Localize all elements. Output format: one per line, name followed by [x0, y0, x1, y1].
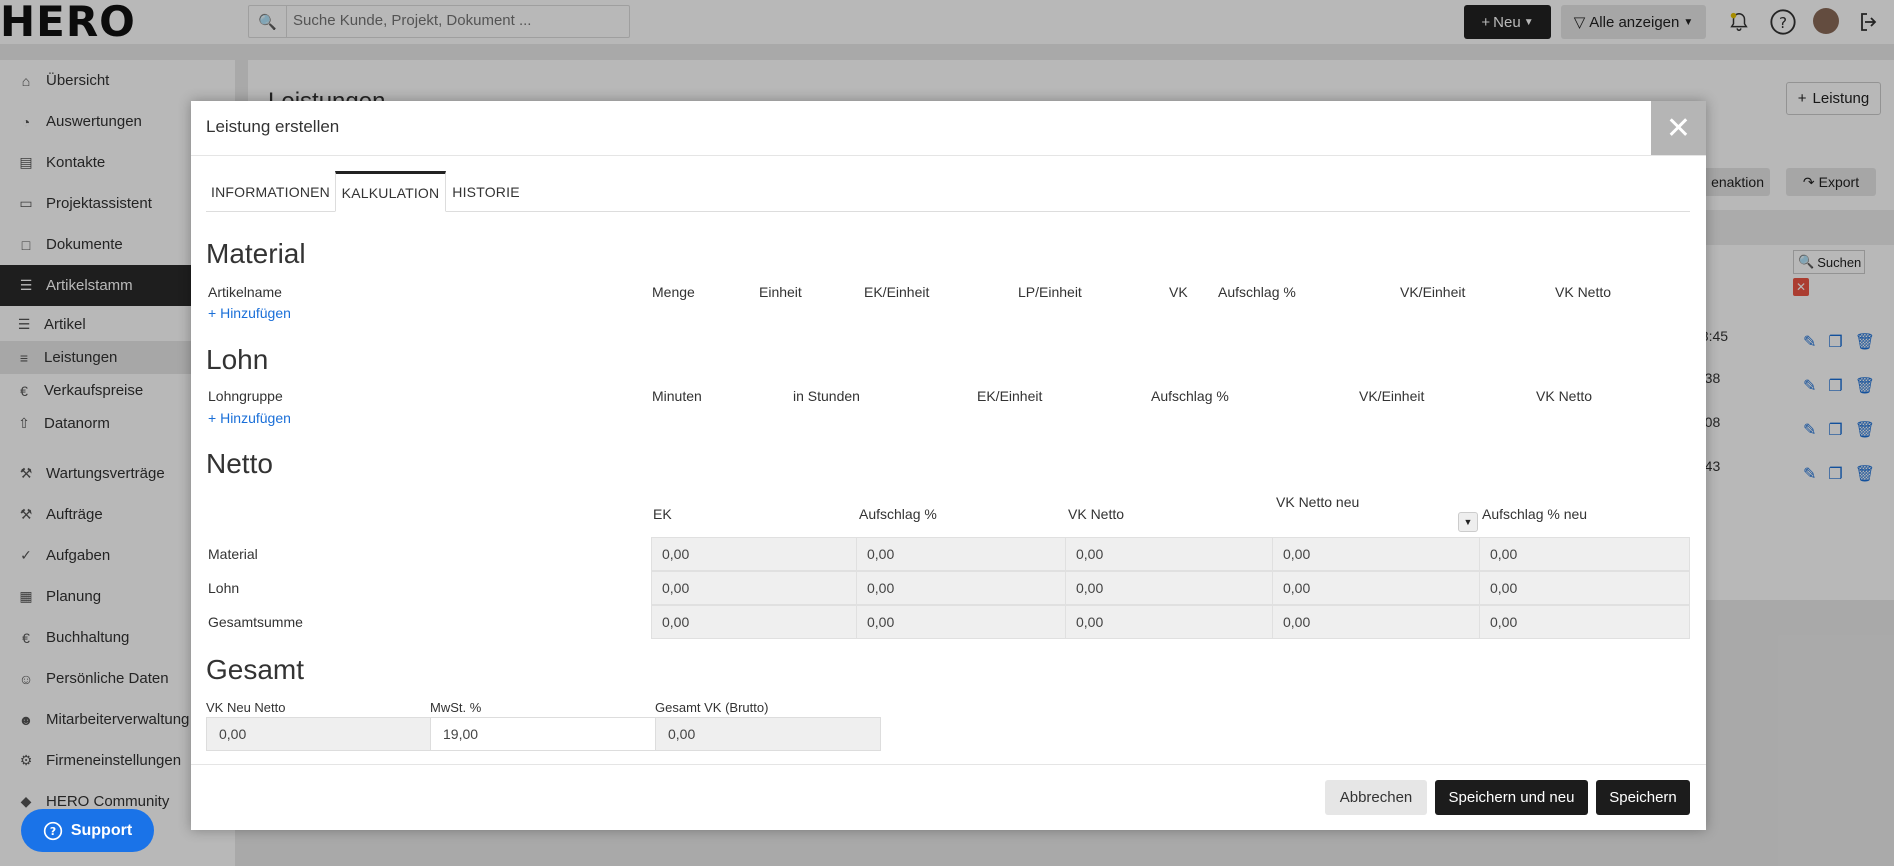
- netto-cell: 0,00: [1272, 537, 1481, 571]
- netto-cell: 0,00: [1479, 537, 1690, 571]
- netto-cell: 0,00: [1065, 605, 1274, 639]
- netto-cell: 0,00: [856, 537, 1067, 571]
- add-lohn-link[interactable]: + Hinzufügen: [208, 410, 291, 426]
- netto-cell: 0,00: [651, 605, 858, 639]
- column-header: VK/Einheit: [1359, 388, 1425, 404]
- column-header: EK: [653, 506, 672, 522]
- plus-icon: +: [208, 305, 221, 321]
- row-label: Gesamtsumme: [208, 614, 303, 630]
- divider: [191, 155, 1706, 156]
- brutto-field: 0,00: [655, 717, 881, 751]
- divider: [191, 764, 1706, 765]
- save-button[interactable]: Speichern: [1596, 780, 1690, 815]
- gesamt-heading: Gesamt: [206, 654, 305, 685]
- column-header: VK Netto: [1555, 284, 1612, 300]
- vk-neu-netto-field[interactable]: 0,00: [206, 717, 431, 751]
- column-header: Aufschlag %: [859, 506, 937, 522]
- close-icon[interactable]: ✕: [1651, 101, 1706, 155]
- support-label: Support: [70, 821, 133, 839]
- netto-cell: 0,00: [651, 537, 858, 571]
- netto-cell: 0,00: [1065, 537, 1274, 571]
- netto-cell: 0,00: [856, 605, 1067, 639]
- row-label: Material: [208, 546, 258, 562]
- column-header: VK Netto neu: [1276, 494, 1360, 510]
- netto-cell: 0,00: [651, 571, 858, 605]
- column-header: LP/Einheit: [1018, 284, 1082, 300]
- add-material-link[interactable]: + Hinzufügen: [208, 305, 291, 321]
- netto-cell: 0,00: [1272, 571, 1481, 605]
- vk-neu-netto-label: VK Neu Netto: [206, 700, 286, 715]
- netto-cell: 0,00: [1479, 571, 1690, 605]
- chevron-down-icon[interactable]: ▼: [1458, 512, 1478, 532]
- column-header: VK: [1169, 284, 1188, 300]
- column-header: Einheit: [759, 284, 802, 300]
- row-label: Lohn: [208, 580, 240, 596]
- tab-informationen[interactable]: INFORMATIONEN: [206, 171, 335, 212]
- column-header: VK Netto: [1536, 388, 1593, 404]
- netto-cell: 0,00: [1272, 605, 1481, 639]
- column-header: Aufschlag %: [1151, 388, 1229, 404]
- plus-icon: +: [208, 410, 221, 426]
- create-leistung-modal: Leistung erstellen ✕ INFORMATIONEN KALKU…: [191, 101, 1706, 830]
- column-header: EK/Einheit: [977, 388, 1043, 404]
- netto-cell: 0,00: [1065, 571, 1274, 605]
- modal-title: Leistung erstellen: [206, 117, 340, 136]
- material-heading: Material: [206, 238, 306, 269]
- column-header: Artikelname: [208, 284, 282, 300]
- svg-text:?: ?: [50, 825, 56, 838]
- tab-historie[interactable]: HISTORIE: [446, 171, 526, 212]
- column-header: in Stunden: [793, 388, 860, 404]
- help-icon: ?: [43, 821, 62, 840]
- brutto-label: Gesamt VK (Brutto): [655, 700, 769, 715]
- lohn-heading: Lohn: [206, 344, 269, 375]
- save-and-new-button[interactable]: Speichern und neu: [1435, 780, 1588, 815]
- modal-tabs: INFORMATIONEN KALKULATION HISTORIE: [206, 171, 1690, 212]
- column-header: Aufschlag %: [1218, 284, 1296, 300]
- netto-cell: 0,00: [856, 571, 1067, 605]
- netto-heading: Netto: [206, 448, 273, 479]
- mwst-field[interactable]: 19,00: [430, 717, 656, 751]
- column-header: Menge: [652, 284, 695, 300]
- netto-cell: 0,00: [1479, 605, 1690, 639]
- cancel-button[interactable]: Abbrechen: [1325, 780, 1427, 815]
- column-header: Aufschlag % neu: [1482, 506, 1588, 522]
- column-header: VK Netto: [1068, 506, 1125, 522]
- column-header: EK/Einheit: [864, 284, 930, 300]
- column-header: Lohngruppe: [208, 388, 283, 404]
- column-header: Minuten: [652, 388, 702, 404]
- add-lohn-label: Hinzufügen: [220, 410, 291, 426]
- column-header: VK/Einheit: [1400, 284, 1466, 300]
- mwst-label: MwSt. %: [430, 700, 482, 715]
- add-material-label: Hinzufügen: [220, 305, 291, 321]
- tab-kalkulation[interactable]: KALKULATION: [335, 171, 446, 212]
- support-button[interactable]: ? Support: [21, 809, 154, 852]
